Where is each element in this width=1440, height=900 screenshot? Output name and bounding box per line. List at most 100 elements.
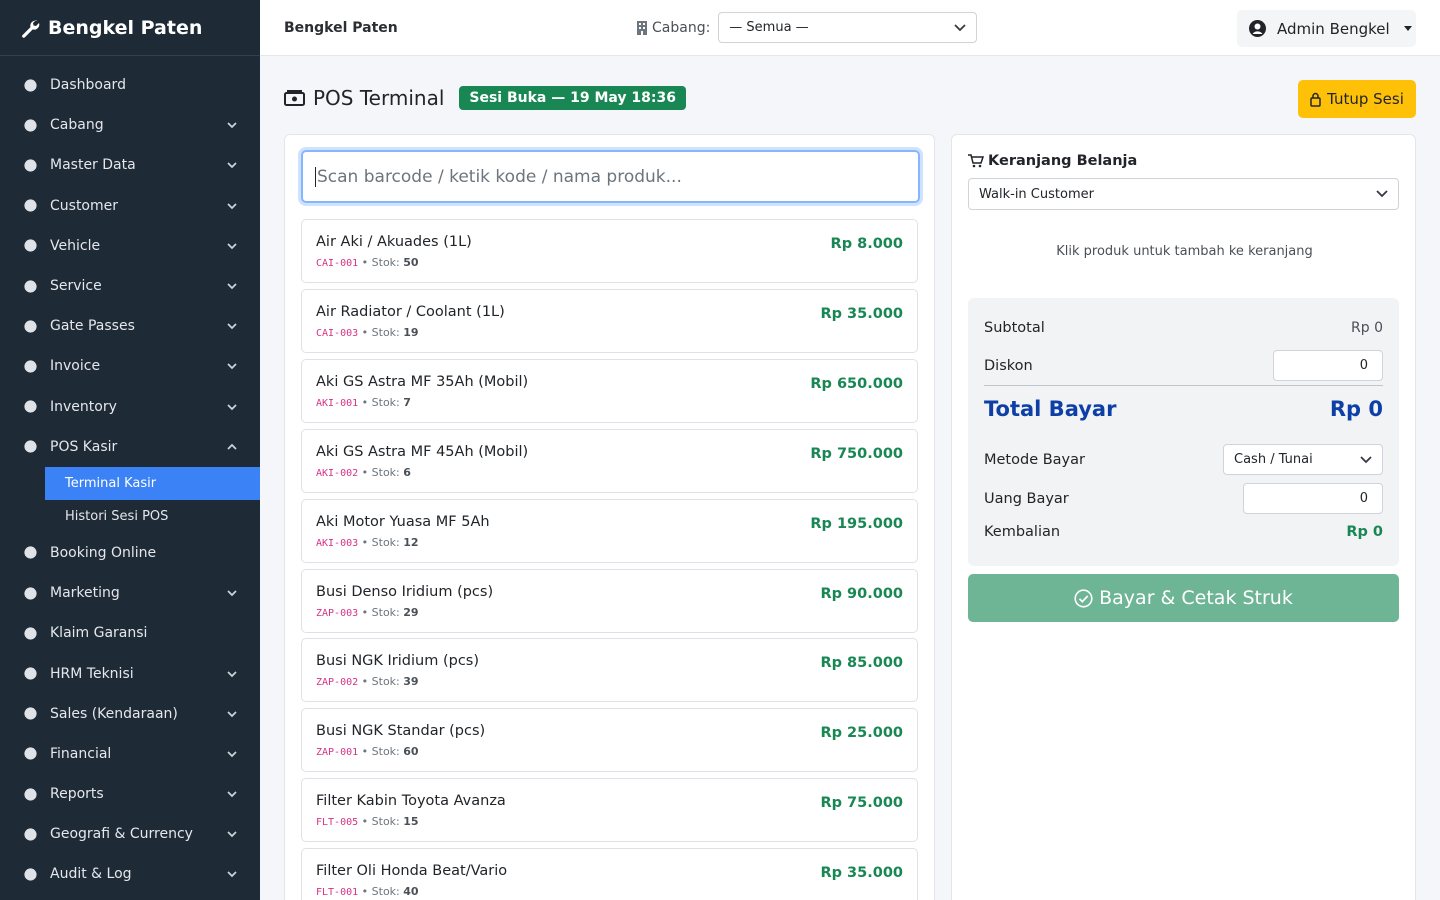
sidebar-item-booking-online[interactable]: Booking Online — [0, 533, 260, 573]
text-cursor — [315, 166, 316, 187]
sidebar-item-dashboard[interactable]: Dashboard — [0, 65, 260, 105]
method-label: Metode Bayar — [984, 451, 1085, 468]
discount-input[interactable]: 0 — [1273, 350, 1383, 381]
tools-icon — [22, 278, 38, 294]
chevron-down-icon — [227, 203, 237, 209]
sidebar-item-label: Cabang — [50, 117, 104, 134]
product-item[interactable]: Air Aki / Akuades (1L) CAI-001 • Stok: 5… — [301, 219, 918, 283]
chevron-down-icon — [227, 831, 237, 838]
stock-label: Stok: — [371, 605, 400, 619]
product-item[interactable]: Aki GS Astra MF 45Ah (Mobil) AKI-002 • S… — [301, 428, 918, 493]
sidebar-subitem-histori-sesi-pos[interactable]: Histori Sesi POS — [0, 500, 260, 533]
product-search-input[interactable]: Scan barcode / ketik kode / nama produk.… — [301, 150, 920, 203]
sidebar-item-reports[interactable]: Reports — [0, 774, 260, 814]
product-stock: 15 — [403, 815, 419, 829]
discount-label: Diskon — [984, 357, 1033, 374]
product-name: Air Aki / Akuades (1L) — [316, 234, 472, 250]
cart-empty-text: Klik produk untuk tambah ke keranjang — [1056, 244, 1313, 259]
sidebar-item-invoice[interactable]: Invoice — [0, 346, 260, 386]
product-item[interactable]: Busi NGK Iridium (pcs) ZAP-002 • Stok: 3… — [301, 638, 918, 703]
dashboard-icon — [22, 77, 38, 93]
sidebar-item-service[interactable]: Service — [0, 266, 260, 306]
product-item[interactable]: Filter Oli Honda Beat/Vario FLT-001 • St… — [301, 848, 918, 900]
product-code: FLT-001 — [316, 887, 359, 899]
brand[interactable]: Bengkel Paten — [0, 0, 260, 56]
sidebar-item-label: Booking Online — [50, 544, 157, 561]
sidebar-item-master-data[interactable]: Master Data — [0, 145, 260, 185]
user-name: Admin Bengkel — [1277, 19, 1390, 38]
sidebar-item-label: Inventory — [50, 398, 117, 415]
product-item[interactable]: Air Radiator / Coolant (1L) CAI-003 • St… — [301, 288, 918, 353]
sidebar-item-marketing[interactable]: Marketing — [0, 573, 260, 613]
paid-input[interactable]: 0 — [1243, 483, 1383, 514]
chevron-down-icon — [227, 871, 237, 878]
product-code: AKI-002 — [316, 467, 359, 479]
sidebar-item-pos-kasir[interactable]: POS Kasir — [0, 427, 260, 467]
product-price: Rp 750.000 — [810, 445, 903, 462]
customer-value: Walk-in Customer — [979, 186, 1094, 202]
sidebar-item-label: Klaim Garansi — [50, 625, 148, 642]
stock-label: Stok: — [371, 885, 400, 899]
meta-sep: • — [361, 535, 369, 549]
chevron-down-icon — [227, 283, 237, 290]
ticket-icon — [22, 318, 38, 334]
divider — [984, 385, 1383, 386]
close-session-button[interactable]: Tutup Sesi — [1298, 80, 1416, 118]
product-name: Aki Motor Yuasa MF 5Ah — [316, 513, 490, 530]
product-stock: 50 — [403, 256, 419, 269]
user-menu[interactable]: Admin Bengkel — [1237, 10, 1416, 47]
sidebar-item-cabang[interactable]: Cabang — [0, 105, 260, 145]
sidebar-item-inventory[interactable]: Inventory — [0, 387, 260, 427]
product-stock: 40 — [403, 885, 419, 899]
product-item[interactable]: Busi Denso Iridium (pcs) ZAP-003 • Stok:… — [301, 568, 918, 633]
sidebar-item-klaim-garansi[interactable]: Klaim Garansi — [0, 613, 260, 653]
product-item[interactable]: Aki Motor Yuasa MF 5Ah AKI-003 • Stok: 1… — [301, 498, 918, 563]
file-invoice-icon — [22, 358, 38, 374]
product-name: Busi Denso Iridium (pcs) — [316, 583, 494, 600]
sidebar-item-vehicle[interactable]: Vehicle — [0, 226, 260, 266]
sidebar-item-label: HRM Teknisi — [50, 665, 134, 682]
total-row: Total Bayar Rp 0 — [984, 397, 1383, 421]
sidebar-item-label: Dashboard — [50, 77, 126, 94]
chevron-down-icon — [227, 670, 237, 677]
method-value: Cash / Tunai — [1234, 452, 1313, 467]
product-code: ZAP-003 — [316, 607, 359, 619]
chart-line-icon — [22, 746, 38, 762]
product-item[interactable]: Filter Kabin Toyota Avanza FLT-005 • Sto… — [301, 778, 918, 843]
cart-icon — [968, 154, 984, 168]
sidebar-item-label: Invoice — [50, 358, 101, 375]
product-stock: 12 — [403, 535, 419, 549]
subtotal-value: Rp 0 — [1351, 320, 1383, 336]
pay-print-button[interactable]: Bayar & Cetak Struk — [968, 574, 1399, 622]
product-price: Rp 195.000 — [810, 515, 903, 532]
sidebar-item-audit-log[interactable]: Audit & Log — [0, 854, 260, 894]
product-name: Filter Oli Honda Beat/Vario — [316, 863, 508, 880]
product-item[interactable]: Busi NGK Standar (pcs) ZAP-001 • Stok: 6… — [301, 708, 918, 773]
sidebar-item-hrm-teknisi[interactable]: HRM Teknisi — [0, 653, 260, 693]
meta-sep: • — [361, 745, 369, 759]
product-item[interactable]: Aki GS Astra MF 35Ah (Mobil) AKI-001 • S… — [301, 358, 918, 423]
sidebar-item-financial[interactable]: Financial — [0, 734, 260, 774]
sidebar-item-customer[interactable]: Customer — [0, 186, 260, 226]
sidebar-subitem-terminal-kasir[interactable]: Terminal Kasir — [45, 466, 260, 500]
sidebar-item-geografi-currency[interactable]: Geografi & Currency — [0, 814, 260, 854]
chevron-down-icon — [227, 590, 237, 597]
cabang-select[interactable]: — Semua — — [718, 12, 978, 43]
stock-label: Stok: — [371, 325, 400, 339]
cabang-label: Cabang: — [652, 19, 711, 36]
building-icon — [637, 20, 647, 35]
product-stock: 6 — [403, 465, 411, 479]
sidebar-item-label: Sales (Kendaraan) — [50, 705, 178, 722]
sidebar-item-gate-passes[interactable]: Gate Passes — [0, 306, 260, 346]
sidebar-item-sales-kendaraan[interactable]: Sales (Kendaraan) — [0, 694, 260, 734]
payment-method-select[interactable]: Cash / Tunai — [1223, 444, 1383, 475]
stock-label: Stok: — [371, 465, 400, 479]
product-price: Rp 75.000 — [820, 795, 903, 812]
customer-select[interactable]: Walk-in Customer — [968, 178, 1399, 210]
stock-label: Stok: — [371, 675, 400, 689]
chevron-down-icon — [227, 122, 237, 129]
stock-label: Stok: — [371, 815, 400, 829]
sidebar-item-label: POS Kasir — [50, 438, 118, 455]
meta-sep: • — [361, 885, 369, 899]
product-stock: 29 — [403, 605, 419, 619]
